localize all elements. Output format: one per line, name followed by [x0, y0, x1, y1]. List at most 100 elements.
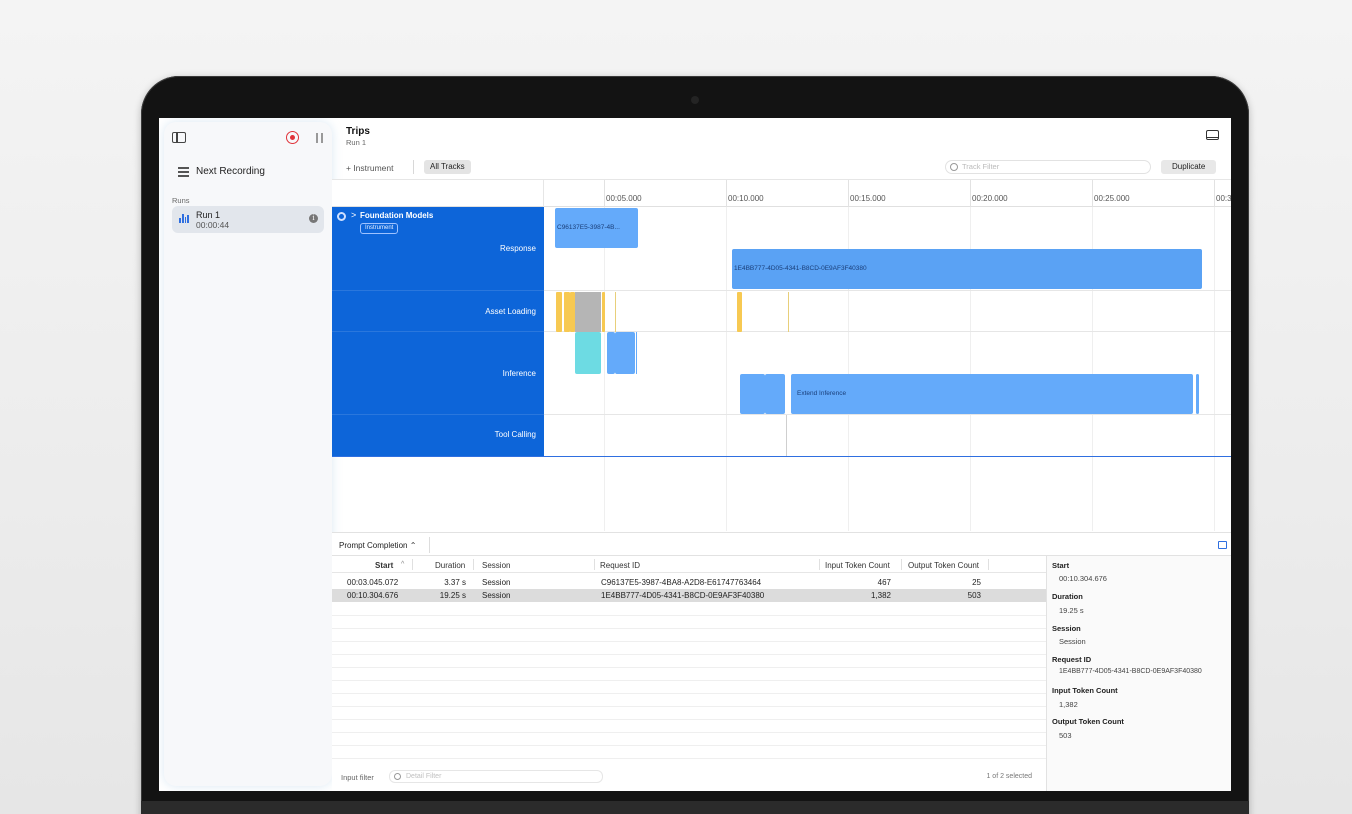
waveform-icon: [179, 214, 189, 223]
tick-mark: [1214, 180, 1215, 207]
column-header-output-tokens[interactable]: Output Token Count: [908, 561, 979, 570]
run-duration: 00:00:44: [196, 220, 230, 230]
column-header-input-tokens[interactable]: Input Token Count: [825, 561, 890, 570]
track-label-asset-loading: Asset Loading: [485, 307, 536, 316]
next-recording-item[interactable]: Next Recording: [178, 166, 265, 177]
inspector-label-duration: Duration: [1052, 592, 1083, 601]
inference-interval[interactable]: [765, 374, 785, 414]
cell-start: 00:10.304.676: [347, 591, 399, 600]
table-row-divider: [332, 654, 1046, 655]
response-interval[interactable]: 1E4BB777-4D05-4341-B8CD-0E9AF3F40380: [732, 249, 1202, 289]
add-instrument-button[interactable]: + Instrument: [346, 163, 393, 173]
track-label-tool-calling: Tool Calling: [494, 430, 536, 439]
tick-mark: [848, 180, 849, 207]
filter-icon: [950, 163, 958, 171]
asset-loading-interval[interactable]: [602, 292, 605, 332]
track-filter-placeholder: Track Filter: [962, 162, 1000, 171]
input-filter-label[interactable]: Input filter: [341, 773, 374, 782]
column-divider: [988, 559, 989, 570]
cell-session: Session: [482, 578, 511, 587]
lane-divider: [332, 414, 544, 415]
sort-ascending-icon: ^: [401, 561, 405, 568]
column-header-request-id[interactable]: Request ID: [600, 561, 640, 570]
inspector-label-input-tokens: Input Token Count: [1052, 686, 1118, 695]
pause-button[interactable]: [316, 133, 323, 143]
instrument-name: Foundation Models: [360, 211, 434, 220]
grid-line: [1214, 207, 1215, 531]
list-icon: [178, 167, 189, 177]
laptop-frame: Next Recording Runs Run 1 00:00:44 i Tri…: [141, 76, 1249, 814]
cell-request-id: C96137E5-3987-4BA8-A2D8-E61747763464: [601, 578, 762, 587]
table-row-divider: [332, 628, 1046, 629]
sidebar-item-run-1[interactable]: Run 1 00:00:44 i: [172, 206, 324, 233]
instruments-window: Next Recording Runs Run 1 00:00:44 i Tri…: [159, 118, 1231, 791]
asset-loading-interval[interactable]: [575, 292, 601, 332]
detail-header: Prompt Completion ⌃: [332, 532, 1231, 556]
chevron-right-icon[interactable]: >: [351, 210, 356, 220]
asset-loading-interval[interactable]: [737, 292, 742, 332]
inspector-toggle-icon[interactable]: [1218, 541, 1227, 549]
tick-mark: [970, 180, 971, 207]
grid-line: [726, 207, 727, 531]
track-label-inference: Inference: [502, 369, 536, 378]
detail-header-divider: [429, 537, 430, 553]
info-icon[interactable]: i: [309, 214, 318, 223]
inference-interval[interactable]: [607, 332, 615, 374]
all-tracks-button[interactable]: All Tracks: [424, 160, 471, 174]
table-row-divider: [332, 615, 1046, 616]
inspector-label-request-id: Request ID: [1052, 655, 1092, 664]
column-header-duration[interactable]: Duration: [435, 561, 465, 570]
tick-label: 00:20.000: [972, 194, 1008, 203]
table-row-divider: [332, 641, 1046, 642]
column-header-session[interactable]: Session: [482, 561, 510, 570]
tick-label: 00:10.000: [728, 194, 764, 203]
inference-interval[interactable]: [1196, 374, 1199, 414]
inspector-label-session: Session: [1052, 624, 1081, 633]
inspector-value-output-tokens: 503: [1059, 731, 1072, 740]
table-row-divider: [332, 719, 1046, 720]
laptop-bottom-bezel: [141, 801, 1249, 814]
table-row-selected[interactable]: 00:10.304.676 19.25 s Session 1E4BB777-4…: [332, 589, 1046, 602]
inspector-value-request-id: 1E4BB777-4D05-4341-B8CD-0E9AF3F40380: [1059, 668, 1202, 675]
cell-input-tokens: 467: [877, 578, 891, 587]
column-divider: [594, 559, 595, 570]
response-interval[interactable]: C96137E5-3987-4B...: [555, 208, 638, 248]
track-area: > Foundation Models Instrument Response …: [332, 207, 1231, 531]
track-lanes[interactable]: C96137E5-3987-4B... 1E4BB777-4D05-4341-B…: [544, 207, 1231, 531]
tick-mark: [1092, 180, 1093, 207]
asset-loading-marker: [788, 292, 789, 332]
cell-input-tokens: 1,382: [870, 591, 891, 600]
column-header-start[interactable]: Start: [375, 561, 393, 570]
inspector-label-start: Start: [1052, 561, 1070, 570]
extend-inference-interval[interactable]: Extend Inference: [791, 374, 1193, 414]
inspector-value-input-tokens: 1,382: [1059, 700, 1078, 709]
asset-loading-interval[interactable]: [556, 292, 562, 332]
duplicate-button[interactable]: Duplicate: [1161, 160, 1217, 174]
table-row[interactable]: 00:03.045.072 3.37 s Session C96137E5-39…: [332, 576, 1046, 589]
instrument-track-header[interactable]: > Foundation Models Instrument Response …: [332, 207, 544, 456]
gear-icon[interactable]: [337, 212, 346, 221]
tool-calling-marker: [786, 415, 787, 456]
cell-start: 00:03.045.072: [347, 578, 399, 587]
sidebar-toggle-icon[interactable]: [172, 132, 186, 143]
tick-label: 00:05.000: [606, 194, 642, 203]
record-button[interactable]: [286, 131, 299, 144]
inference-interval[interactable]: [615, 332, 635, 374]
detail-panel-toggle-icon[interactable]: [1206, 130, 1219, 140]
detail-filter-input[interactable]: Detail Filter: [389, 770, 603, 783]
column-divider: [473, 559, 474, 570]
tick-mark: [604, 180, 605, 207]
filter-icon: [394, 773, 401, 780]
document-subtitle: Run 1: [346, 138, 367, 147]
timeline-ruler[interactable]: 00:05.000 00:10.000 00:15.000 00:20.000 …: [332, 179, 1231, 207]
inference-interval[interactable]: [740, 374, 765, 414]
ruler-spacer: [332, 180, 544, 207]
column-divider: [901, 559, 902, 570]
asset-loading-marker: [615, 292, 616, 332]
instrument-badge: Instrument: [360, 223, 399, 234]
inference-interval[interactable]: [575, 332, 601, 374]
group-bottom-border: [332, 456, 1231, 457]
detail-view-selector[interactable]: Prompt Completion ⌃: [339, 541, 416, 550]
table-row-divider: [332, 680, 1046, 681]
track-filter-input[interactable]: Track Filter: [945, 160, 1151, 174]
